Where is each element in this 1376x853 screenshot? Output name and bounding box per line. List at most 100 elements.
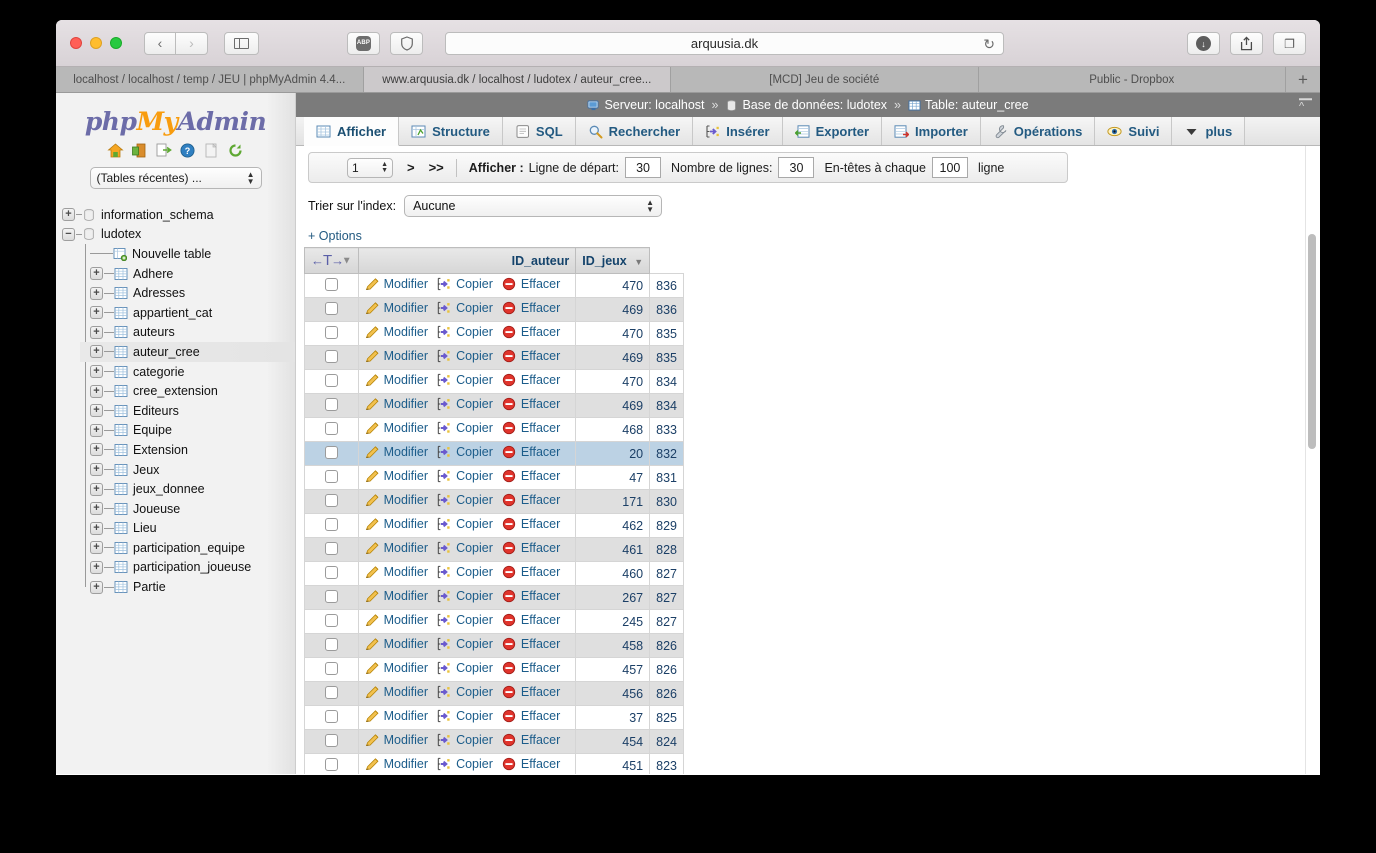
delete-action[interactable]: Effacer <box>502 541 560 555</box>
delete-action[interactable]: Effacer <box>502 565 560 579</box>
row-select-cell[interactable] <box>304 393 359 418</box>
table-row[interactable]: Modifier Copier Effacer 460 827 <box>304 561 684 586</box>
table-node-auteurs[interactable]: + auteurs <box>80 323 295 343</box>
delete-action[interactable]: Effacer <box>502 301 560 315</box>
row-select-cell[interactable] <box>304 705 359 730</box>
expand-icon[interactable]: + <box>62 208 75 222</box>
row-checkbox[interactable] <box>324 325 338 339</box>
delete-action[interactable]: Effacer <box>502 373 560 387</box>
delete-action[interactable]: Effacer <box>502 469 560 483</box>
edit-action[interactable]: Modifier <box>365 589 428 603</box>
back-button[interactable]: ‹ <box>144 31 176 55</box>
scrollbar-track[interactable] <box>1305 146 1320 774</box>
copy-action[interactable]: Copier <box>437 397 493 411</box>
delete-action[interactable]: Effacer <box>502 493 560 507</box>
copy-action[interactable]: Copier <box>437 589 493 603</box>
row-select-cell[interactable] <box>304 441 359 466</box>
copy-action[interactable]: Copier <box>437 445 493 459</box>
edit-action[interactable]: Modifier <box>365 349 428 363</box>
row-checkbox[interactable] <box>324 757 338 771</box>
table-row[interactable]: Modifier Copier Effacer 456 826 <box>304 681 684 706</box>
adblock-button[interactable]: ABP <box>347 31 380 55</box>
edit-action[interactable]: Modifier <box>365 469 428 483</box>
table-row[interactable]: Modifier Copier Effacer 37 825 <box>304 705 684 730</box>
row-select-cell[interactable] <box>304 417 359 442</box>
tab-importer[interactable]: Importer <box>882 117 981 145</box>
copy-action[interactable]: Copier <box>437 637 493 651</box>
table-node-Adhere[interactable]: + Adhere <box>80 264 295 284</box>
table-node-Extension[interactable]: + Extension <box>80 440 295 460</box>
expand-icon[interactable]: + <box>90 306 103 320</box>
expand-icon[interactable]: + <box>90 423 103 437</box>
expand-icon[interactable]: + <box>90 443 103 457</box>
copy-action[interactable]: Copier <box>437 301 493 315</box>
row-checkbox[interactable] <box>324 709 338 723</box>
row-select-cell[interactable] <box>304 633 359 658</box>
delete-action[interactable]: Effacer <box>502 685 560 699</box>
edit-action[interactable]: Modifier <box>365 301 428 315</box>
tab-afficher[interactable]: Afficher <box>304 117 400 146</box>
delete-action[interactable]: Effacer <box>502 733 560 747</box>
start-row-input[interactable]: 30 <box>625 157 662 178</box>
expand-icon[interactable]: + <box>90 521 103 535</box>
table-row[interactable]: Modifier Copier Effacer 469 836 <box>304 297 684 322</box>
table-node-Editeurs[interactable]: + Editeurs <box>80 401 295 421</box>
copy-action[interactable]: Copier <box>437 733 493 747</box>
edit-action[interactable]: Modifier <box>365 373 428 387</box>
breadcrumb-table[interactable]: Table: auteur_cree <box>925 98 1029 112</box>
tab-exporter[interactable]: Exporter <box>782 117 883 145</box>
reload-icon[interactable] <box>227 142 244 159</box>
row-select-cell[interactable] <box>304 489 359 514</box>
maximize-window-button[interactable] <box>110 37 122 49</box>
copy-action[interactable]: Copier <box>437 493 493 507</box>
sort-by-index-select[interactable]: Aucune ▲ ▼ <box>404 195 663 217</box>
row-checkbox[interactable] <box>324 301 338 315</box>
delete-action[interactable]: Effacer <box>502 349 560 363</box>
table-node-Lieu[interactable]: + Lieu <box>80 519 295 539</box>
table-row[interactable]: Modifier Copier Effacer 171 830 <box>304 489 684 514</box>
new-tab-button[interactable]: + <box>1286 67 1320 92</box>
copy-action[interactable]: Copier <box>437 661 493 675</box>
row-checkbox[interactable] <box>324 277 338 291</box>
expand-icon[interactable]: + <box>90 345 103 359</box>
collapse-panel-icon[interactable]: ^ <box>1299 98 1312 112</box>
row-checkbox[interactable] <box>324 613 338 627</box>
reload-icon[interactable]: ↻ <box>983 37 995 51</box>
db-node-ludotex[interactable]: − ludotex <box>62 225 295 245</box>
tab-structure[interactable]: Structure <box>399 117 503 145</box>
table-row[interactable]: Modifier Copier Effacer 457 826 <box>304 657 684 682</box>
expand-icon[interactable]: + <box>90 560 103 574</box>
table-node-Partie[interactable]: + Partie <box>80 577 295 597</box>
delete-action[interactable]: Effacer <box>502 661 560 675</box>
tab-plus[interactable]: plus <box>1172 117 1246 145</box>
row-checkbox[interactable] <box>324 517 338 531</box>
copy-action[interactable]: Copier <box>437 541 493 555</box>
row-checkbox[interactable] <box>324 397 338 411</box>
table-node-Adresses[interactable]: + Adresses <box>80 283 295 303</box>
table-row[interactable]: Modifier Copier Effacer 470 834 <box>304 369 684 394</box>
row-select-cell[interactable] <box>304 657 359 682</box>
row-select-cell[interactable] <box>304 513 359 538</box>
expand-icon[interactable]: + <box>90 404 103 418</box>
table-node-auteur_cree[interactable]: + auteur_cree <box>80 342 295 362</box>
row-checkbox[interactable] <box>324 565 338 579</box>
copy-action[interactable]: Copier <box>437 685 493 699</box>
row-checkbox[interactable] <box>324 445 338 459</box>
table-row[interactable]: Modifier Copier Effacer 469 835 <box>304 345 684 370</box>
delete-action[interactable]: Effacer <box>502 517 560 531</box>
header-id-jeux[interactable]: ID_jeux ▼ <box>575 247 651 274</box>
edit-action[interactable]: Modifier <box>365 637 428 651</box>
copy-action[interactable]: Copier <box>437 469 493 483</box>
edit-action[interactable]: Modifier <box>365 613 428 627</box>
copy-action[interactable]: Copier <box>437 373 493 387</box>
delete-action[interactable]: Effacer <box>502 277 560 291</box>
table-row[interactable]: Modifier Copier Effacer 245 827 <box>304 609 684 634</box>
num-rows-input[interactable]: 30 <box>778 157 815 178</box>
edit-action[interactable]: Modifier <box>365 733 428 747</box>
table-row[interactable]: Modifier Copier Effacer 470 836 <box>304 273 684 298</box>
table-node-categorie[interactable]: + categorie <box>80 362 295 382</box>
edit-action[interactable]: Modifier <box>365 685 428 699</box>
home-icon[interactable] <box>107 142 124 159</box>
move-columns-icon[interactable]: ← T → <box>311 252 344 269</box>
row-select-cell[interactable] <box>304 321 359 346</box>
